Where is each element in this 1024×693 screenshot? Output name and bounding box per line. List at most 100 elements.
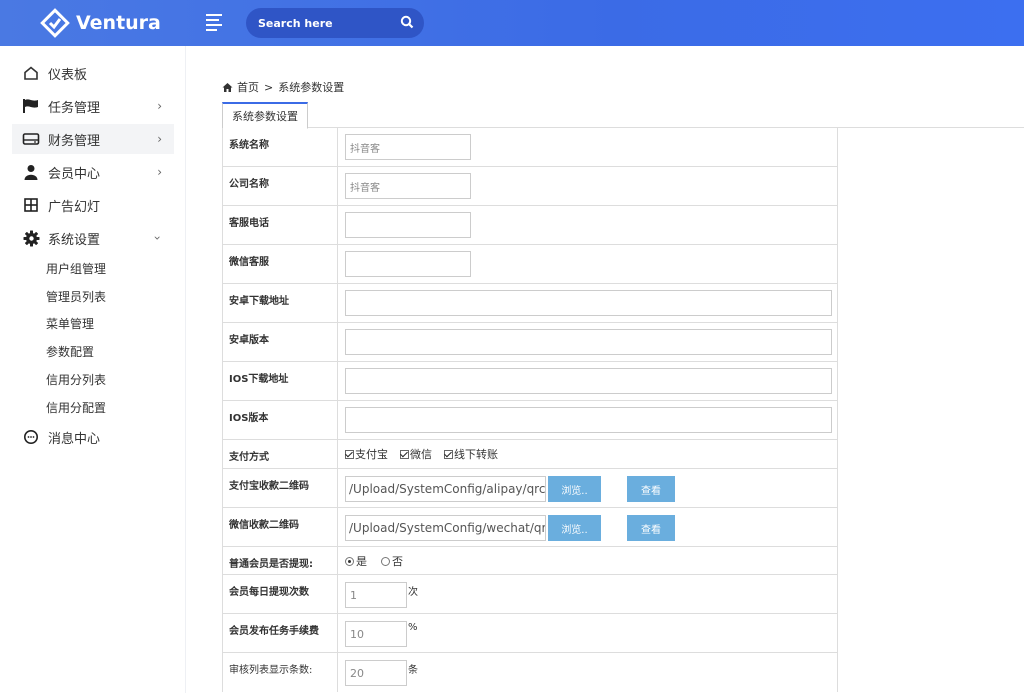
sidebar-item-label: 仪表板	[48, 67, 88, 83]
radio-label: 否	[392, 555, 403, 568]
field-label: 微信客服	[223, 245, 338, 283]
field-label: 系统名称	[223, 128, 338, 166]
withdraw-radio-group: 是 否	[345, 553, 415, 569]
alipay-qr-file-input[interactable]: /Upload/SystemConfig/alipay/qrcode,	[345, 476, 546, 502]
user-icon	[22, 163, 40, 181]
alipay-browse-button[interactable]: 浏览..	[548, 476, 601, 502]
field-label: 会员每日提现次数	[223, 575, 338, 613]
home-icon	[22, 64, 40, 82]
breadcrumb-separator: >	[264, 80, 274, 94]
field-label: 客服电话	[223, 206, 338, 244]
form-row-alipay-qr: 支付宝收款二维码 /Upload/SystemConfig/alipay/qrc…	[223, 469, 837, 508]
sidebar-item-dashboard[interactable]: 仪表板	[12, 58, 174, 88]
task-fee-input[interactable]: 10	[345, 621, 407, 647]
sidebar-subitem-credit-config[interactable]: 信用分配置	[46, 399, 106, 416]
breadcrumb-home-link[interactable]: 首页	[237, 79, 259, 95]
field-label: 微信收款二维码	[223, 508, 338, 546]
brand-logo[interactable]: Ventura	[40, 8, 161, 38]
sidebar-item-finance[interactable]: 财务管理 ›	[12, 124, 174, 154]
sidebar-item-system-settings[interactable]: 系统设置 ›	[12, 223, 174, 253]
form-row-audit-list-count: 审核列表显示条数: 20 条	[223, 653, 837, 692]
wechat-checkbox[interactable]	[400, 449, 409, 459]
diamond-logo-icon	[40, 8, 70, 38]
payment-checkbox-group: 支付宝 微信 线下转账	[345, 446, 510, 462]
field-label: IOS版本	[223, 401, 338, 439]
sidebar-item-ads[interactable]: 广告幻灯	[12, 190, 174, 220]
chevron-right-icon: ›	[157, 165, 162, 179]
menu-toggle-icon[interactable]	[206, 14, 224, 32]
brand-name: Ventura	[76, 12, 161, 34]
sidebar-subitem-admin-list[interactable]: 管理员列表	[46, 288, 106, 305]
grid-icon	[22, 196, 40, 214]
ios-version-input[interactable]	[345, 407, 832, 433]
checkbox-label: 线下转账	[454, 448, 498, 461]
search-input[interactable]: Search here	[258, 17, 333, 30]
tab-system-params[interactable]: 系统参数设置	[222, 102, 308, 129]
sidebar-item-label: 会员中心	[48, 166, 101, 182]
search-box[interactable]: Search here	[246, 8, 424, 38]
withdraw-yes-radio[interactable]	[345, 556, 354, 566]
gear-icon	[22, 229, 40, 247]
sidebar-item-messages[interactable]: 消息中心	[12, 422, 174, 452]
sidebar-item-tasks[interactable]: 任务管理 ›	[12, 91, 174, 121]
form-row-ios-url: IOS下载地址	[223, 362, 837, 401]
withdraw-no-radio[interactable]	[381, 556, 390, 566]
wechat-service-input[interactable]	[345, 251, 471, 277]
alipay-view-button[interactable]: 查看	[627, 476, 675, 502]
chat-icon	[22, 428, 40, 446]
home-icon	[222, 82, 233, 92]
audit-list-count-input[interactable]: 20	[345, 660, 407, 686]
company-name-input[interactable]: 抖音客	[345, 173, 471, 199]
android-url-input[interactable]	[345, 290, 832, 316]
search-icon[interactable]	[400, 15, 414, 29]
wechat-qr-file-input[interactable]: /Upload/SystemConfig/wechat/qrcode	[345, 515, 546, 541]
android-version-input[interactable]	[345, 329, 832, 355]
form-row-android-version: 安卓版本	[223, 323, 837, 362]
sidebar-item-label: 消息中心	[48, 431, 101, 447]
wechat-browse-button[interactable]: 浏览..	[548, 515, 601, 541]
breadcrumb: 首页 > 系统参数设置	[222, 79, 344, 95]
unit-label: 次	[408, 587, 418, 598]
form-row-android-url: 安卓下载地址	[223, 284, 837, 323]
unit-label: 条	[408, 665, 418, 676]
field-label: 安卓版本	[223, 323, 338, 361]
sidebar-subitem-parameter-config[interactable]: 参数配置	[46, 343, 94, 360]
flag-icon	[22, 97, 40, 115]
top-header: Ventura Search here	[0, 0, 1024, 46]
system-name-input[interactable]: 抖音客	[345, 134, 471, 160]
checkbox-label: 微信	[410, 448, 432, 461]
wechat-view-button[interactable]: 查看	[627, 515, 675, 541]
field-label: 安卓下载地址	[223, 284, 338, 322]
drive-icon	[22, 130, 40, 148]
field-label: 支付宝收款二维码	[223, 469, 338, 507]
sidebar-item-label: 系统设置	[48, 232, 101, 248]
daily-withdraw-input[interactable]: 1	[345, 582, 407, 608]
sidebar-item-label: 财务管理	[48, 133, 101, 149]
alipay-checkbox[interactable]	[345, 449, 354, 459]
breadcrumb-current: 系统参数设置	[278, 81, 345, 94]
form-row-daily-withdraw: 会员每日提现次数 1 次	[223, 575, 837, 614]
chevron-down-icon: ›	[150, 235, 165, 241]
form-row-member-withdraw: 普通会员是否提现: 是 否	[223, 547, 837, 575]
sidebar-subitem-credit-list[interactable]: 信用分列表	[46, 371, 106, 388]
ios-url-input[interactable]	[345, 368, 832, 394]
chevron-right-icon: ›	[157, 99, 162, 113]
field-label: 支付方式	[223, 440, 338, 468]
sidebar-subitem-menu-management[interactable]: 菜单管理	[46, 315, 94, 332]
form-row-system-name: 系统名称 抖音客	[223, 128, 837, 167]
sidebar-item-label: 任务管理	[48, 100, 101, 116]
sidebar: 仪表板 任务管理 › 财务管理 › 会员中心 › 广告幻灯 系统设置 › 用户组…	[0, 46, 186, 693]
field-label: IOS下载地址	[223, 362, 338, 400]
sidebar-item-members[interactable]: 会员中心 ›	[12, 157, 174, 187]
settings-form: 系统名称 抖音客 公司名称 抖音客 客服电话 微信客服 安卓下载地址 安卓版本	[222, 128, 838, 692]
form-row-service-phone: 客服电话	[223, 206, 837, 245]
sidebar-subitem-user-groups[interactable]: 用户组管理	[46, 260, 106, 277]
field-label: 公司名称	[223, 167, 338, 205]
sidebar-item-label: 广告幻灯	[48, 199, 101, 215]
offline-transfer-checkbox[interactable]	[444, 449, 453, 459]
field-label: 普通会员是否提现:	[223, 547, 338, 574]
checkbox-label: 支付宝	[355, 448, 388, 461]
service-phone-input[interactable]	[345, 212, 471, 238]
form-row-ios-version: IOS版本	[223, 401, 837, 440]
field-label: 审核列表显示条数:	[223, 653, 338, 692]
